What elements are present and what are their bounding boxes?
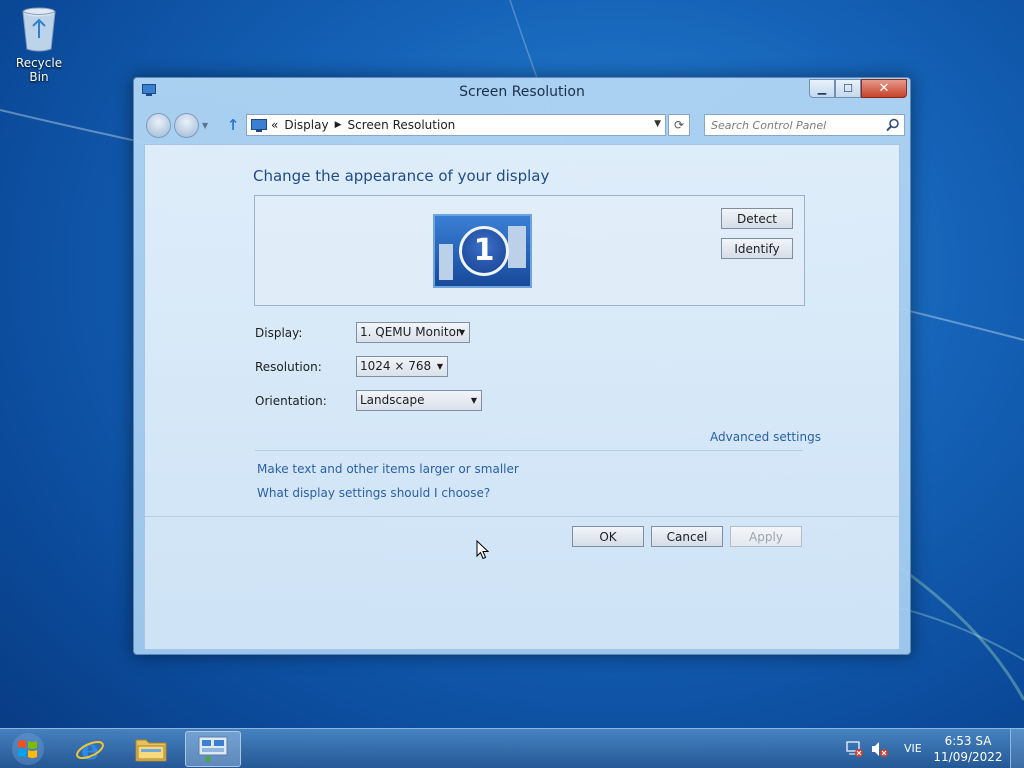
resolution-label: Resolution:: [255, 360, 322, 374]
breadcrumb-display[interactable]: Display: [284, 118, 328, 132]
cancel-button[interactable]: Cancel: [651, 526, 723, 547]
address-bar[interactable]: « Display ▶ Screen Resolution ▼: [246, 114, 666, 136]
search-box[interactable]: [704, 114, 905, 136]
monitor-thumbnail-panel-right: [508, 226, 526, 268]
chevron-down-icon: ▼: [470, 396, 477, 405]
resolution-select[interactable]: 1024 × 768 ▼: [356, 356, 448, 377]
volume-muted-icon[interactable]: [870, 740, 888, 758]
search-input[interactable]: [705, 115, 875, 135]
address-dropdown-icon[interactable]: ▼: [654, 119, 661, 129]
close-button[interactable]: ✕: [861, 79, 907, 98]
title-bar[interactable]: Screen Resolution ▁ ☐ ✕: [134, 78, 910, 108]
footer-divider: [145, 516, 899, 517]
minimize-icon: ▁: [817, 82, 827, 95]
maximize-button[interactable]: ☐: [835, 79, 861, 98]
detect-button[interactable]: Detect: [721, 208, 793, 229]
taskbar-clock[interactable]: 6:53 SA 11/09/2022: [930, 733, 1006, 765]
internet-explorer-icon: e: [76, 734, 104, 764]
breadcrumb-back-marker: «: [271, 118, 279, 132]
taskbar-control-panel[interactable]: [185, 731, 241, 767]
refresh-icon: ⟳: [673, 118, 685, 132]
display-select-value: 1. QEMU Monitor: [360, 325, 461, 339]
display-preview-panel: 1 Detect Identify: [254, 195, 805, 306]
breadcrumb-separator-icon[interactable]: ▶: [335, 120, 342, 130]
screen-resolution-window: Screen Resolution ▁ ☐ ✕ ▼ ↑ « Display ▶ …: [133, 77, 911, 655]
chevron-down-icon: ▼: [458, 328, 465, 337]
orientation-select[interactable]: Landscape ▼: [356, 390, 482, 411]
windows-logo-icon: [12, 733, 44, 765]
recycle-bin-label: Recycle Bin: [15, 56, 63, 84]
display-label: Display:: [255, 326, 303, 340]
advanced-settings-link[interactable]: Advanced settings: [710, 430, 821, 444]
search-icon[interactable]: [886, 118, 900, 132]
refresh-button[interactable]: ⟳: [668, 114, 690, 136]
taskbar: e VIE 6:53 SA 11/09/2022: [0, 728, 1024, 768]
mouse-cursor-icon: [476, 540, 489, 560]
recent-pages-chevron-icon[interactable]: ▼: [202, 121, 208, 130]
back-button[interactable]: [146, 113, 171, 138]
display-settings-help-link[interactable]: What display settings should I choose?: [257, 486, 490, 500]
control-panel-icon: [251, 118, 267, 132]
ok-button[interactable]: OK: [572, 526, 644, 547]
monitor-thumbnail-panel-left: [439, 244, 453, 280]
input-language-indicator[interactable]: VIE: [904, 742, 922, 755]
start-button[interactable]: [6, 731, 50, 767]
folder-icon: [135, 739, 167, 762]
close-icon: ✕: [878, 81, 890, 96]
text-size-link[interactable]: Make text and other items larger or smal…: [257, 462, 519, 476]
taskbar-internet-explorer[interactable]: e: [62, 731, 118, 767]
taskbar-file-explorer[interactable]: [123, 731, 179, 767]
identify-button[interactable]: Identify: [721, 238, 793, 259]
section-divider: [255, 450, 803, 451]
orientation-select-value: Landscape: [360, 393, 425, 407]
maximize-icon: ☐: [843, 82, 853, 95]
control-panel-taskbar-icon: [198, 736, 228, 762]
minimize-button[interactable]: ▁: [809, 79, 835, 98]
clock-time: 6:53 SA: [944, 734, 992, 748]
page-heading: Change the appearance of your display: [253, 167, 550, 185]
display-select[interactable]: 1. QEMU Monitor ▼: [356, 322, 470, 343]
monitor-1-thumbnail[interactable]: 1: [433, 214, 532, 288]
action-center-flag-icon[interactable]: [846, 740, 864, 758]
resolution-select-value: 1024 × 768: [360, 359, 432, 373]
window-title: Screen Resolution: [459, 84, 585, 100]
breadcrumb-screen-resolution[interactable]: Screen Resolution: [348, 118, 456, 132]
show-desktop-button[interactable]: [1010, 729, 1024, 768]
monitor-number-badge: 1: [459, 226, 509, 276]
desktop-icon-recycle-bin[interactable]: Recycle Bin: [6, 6, 72, 84]
svg-text:e: e: [81, 734, 99, 764]
chevron-down-icon: ▼: [436, 362, 443, 371]
clock-date: 11/09/2022: [933, 750, 1003, 764]
navigation-bar: ▼ ↑ « Display ▶ Screen Resolution ▼ ⟳: [134, 111, 910, 139]
apply-button[interactable]: Apply: [730, 526, 802, 547]
forward-button[interactable]: [174, 113, 199, 138]
orientation-label: Orientation:: [255, 394, 327, 408]
content-area: Change the appearance of your display 1 …: [144, 144, 900, 650]
recycle-bin-icon: [22, 7, 56, 52]
up-arrow-icon[interactable]: ↑: [224, 116, 242, 134]
